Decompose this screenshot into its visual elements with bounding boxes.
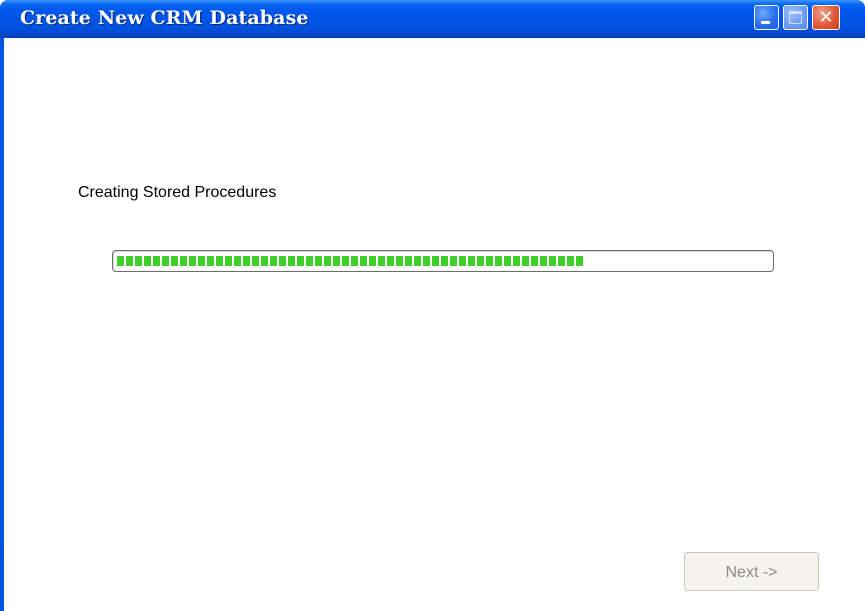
next-button[interactable]: Next -> xyxy=(684,552,819,591)
window-title: Create New CRM Database xyxy=(20,7,309,29)
minimize-icon xyxy=(761,21,770,24)
status-label: Creating Stored Procedures xyxy=(78,184,277,201)
dialog-window: Create New CRM Database ✕ Creating Store… xyxy=(0,0,865,611)
title-bar[interactable]: Create New CRM Database ✕ xyxy=(0,0,865,38)
maximize-icon xyxy=(789,11,802,24)
dialog-content: Creating Stored Procedures Next -> xyxy=(4,38,865,611)
progress-bar xyxy=(112,250,774,272)
close-icon: ✕ xyxy=(818,7,834,28)
close-button[interactable]: ✕ xyxy=(812,5,840,30)
progress-bar-fill xyxy=(117,256,583,266)
maximize-button[interactable] xyxy=(783,5,808,30)
minimize-button[interactable] xyxy=(754,5,779,30)
